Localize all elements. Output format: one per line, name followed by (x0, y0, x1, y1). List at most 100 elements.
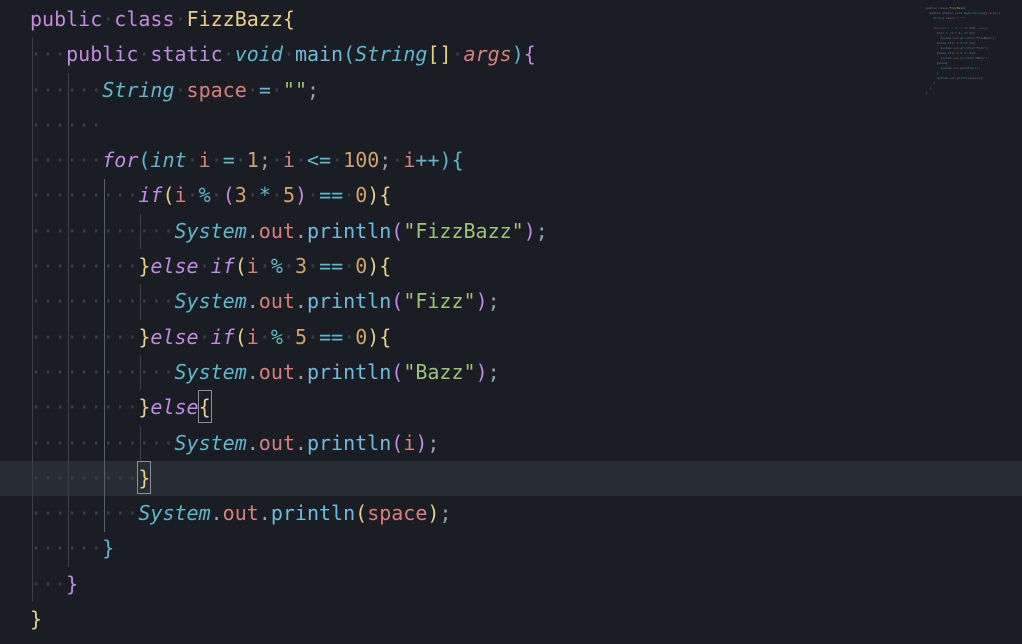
indent-guide (140, 355, 141, 390)
code-line[interactable]: ···public·static·void·main(String[]·args… (0, 37, 1022, 72)
code-line[interactable]: public·class·FizzBazz{ (0, 2, 1022, 37)
token-brace4: ) (367, 254, 379, 278)
code-line[interactable]: ·········System.out.println(space); (0, 496, 1022, 531)
token-op: % (271, 325, 283, 349)
token-brace5: ( (391, 360, 403, 384)
code-line[interactable]: ············System.out.println("Fizz"); (0, 284, 1022, 319)
token-brace4: ) (367, 325, 379, 349)
indent-whitespace: ······ (30, 78, 102, 102)
code-line[interactable]: ············System.out.println(i); (0, 426, 1022, 461)
token-ws: · (235, 148, 247, 172)
token-str: "Fizz" (403, 289, 475, 313)
token-ws: · (187, 148, 199, 172)
token-pun: . (247, 431, 259, 455)
indent-whitespace: ········· (30, 466, 138, 490)
indent-guide (32, 37, 33, 602)
token-str: "" (283, 78, 307, 102)
token-pun: . (259, 501, 271, 525)
code-line[interactable]: ······for(int·i·=·1;·i·<=·100;·i++){ (0, 143, 1022, 178)
code-line[interactable]: ·········}else·if(i·%·5·==·0){ (0, 320, 1022, 355)
token-num: 0 (355, 183, 367, 207)
token-brace4: ( (235, 325, 247, 349)
token-ws: · (343, 325, 355, 349)
token-brace5: ( (223, 183, 235, 207)
token-var: out (259, 289, 295, 313)
token-ws: · (452, 42, 464, 66)
code-line[interactable]: ·········} (0, 461, 1022, 496)
token-type: System (175, 360, 247, 384)
token-brace4: } (138, 466, 150, 490)
token-op: == (319, 254, 343, 278)
token-op: == (319, 183, 343, 207)
token-pun: . (247, 219, 259, 243)
token-ws: · (343, 183, 355, 207)
token-varit: args (464, 42, 512, 66)
code-line[interactable]: ···} (0, 567, 1022, 602)
token-brace1: } (30, 607, 42, 631)
token-num: 5 (283, 183, 295, 207)
token-var: i (403, 148, 415, 172)
token-brace2: { (524, 42, 536, 66)
code-line[interactable]: ·········if(i·%·(3·*·5)·==·0){ (0, 178, 1022, 213)
code-line[interactable]: ············System.out.println("FizzBazz… (0, 214, 1022, 249)
indent-guide (140, 426, 141, 461)
token-ws: · (102, 7, 114, 31)
token-ws: · (138, 42, 150, 66)
token-op: * (259, 183, 271, 207)
code-line[interactable]: } (0, 602, 1022, 637)
token-brace3: ) (440, 148, 452, 172)
token-brace4: } (138, 395, 150, 419)
token-pun: ; (379, 148, 391, 172)
token-fn: println (271, 501, 355, 525)
indent-whitespace: ········· (30, 183, 138, 207)
code-line[interactable]: ············System.out.println("Bazz"); (0, 355, 1022, 390)
code-line[interactable]: ·········}else{ (0, 390, 1022, 425)
token-var: out (259, 360, 295, 384)
indent-whitespace: ············ (30, 219, 175, 243)
token-ws: · (331, 148, 343, 172)
indent-whitespace: ··· (30, 572, 66, 596)
bracket-match-highlight: } (137, 461, 151, 494)
code-line[interactable]: ······String·space·=·""; (0, 73, 1022, 108)
token-brace2: } (66, 572, 78, 596)
token-brace4: } (138, 325, 150, 349)
token-op: <= (307, 148, 331, 172)
token-brace4: { (379, 254, 391, 278)
token-ws: · (259, 254, 271, 278)
token-brace1: { (283, 7, 295, 31)
token-cls: FizzBazz (187, 7, 283, 31)
indent-whitespace: ············ (30, 431, 175, 455)
token-ws: · (271, 78, 283, 102)
token-brace3: ( (138, 148, 150, 172)
token-ws: · (283, 325, 295, 349)
token-brace3: { (452, 148, 464, 172)
indent-guide (68, 73, 69, 567)
token-ws: · (199, 254, 211, 278)
indent-whitespace: ··· (30, 42, 66, 66)
token-type: System (175, 431, 247, 455)
indent-guide (140, 284, 141, 319)
token-op: == (319, 325, 343, 349)
token-op: = (259, 78, 271, 102)
token-brace5: ) (476, 360, 488, 384)
code-editor[interactable]: public·class·FizzBazz{···public·static·v… (0, 0, 1022, 644)
token-var: i (247, 325, 259, 349)
indent-whitespace: ········· (30, 254, 138, 278)
code-line[interactable]: ·········}else·if(i·%·3·==·0){ (0, 249, 1022, 284)
indent-whitespace: ······ (30, 113, 102, 137)
code-line[interactable]: ······ (0, 108, 1022, 143)
token-ws: · (307, 325, 319, 349)
token-ws: · (271, 183, 283, 207)
token-var: out (223, 501, 259, 525)
token-brace5: ( (391, 289, 403, 313)
token-ws: · (211, 183, 223, 207)
token-fn: println (307, 360, 391, 384)
minimap[interactable]: public class FizzBazz{ public static voi… (926, 6, 1016, 126)
code-line[interactable]: ······} (0, 531, 1022, 566)
token-ws: · (295, 148, 307, 172)
token-num: 0 (355, 254, 367, 278)
token-op: % (271, 254, 283, 278)
token-var: space (367, 501, 427, 525)
token-kw: class (114, 7, 174, 31)
token-ws: · (175, 78, 187, 102)
